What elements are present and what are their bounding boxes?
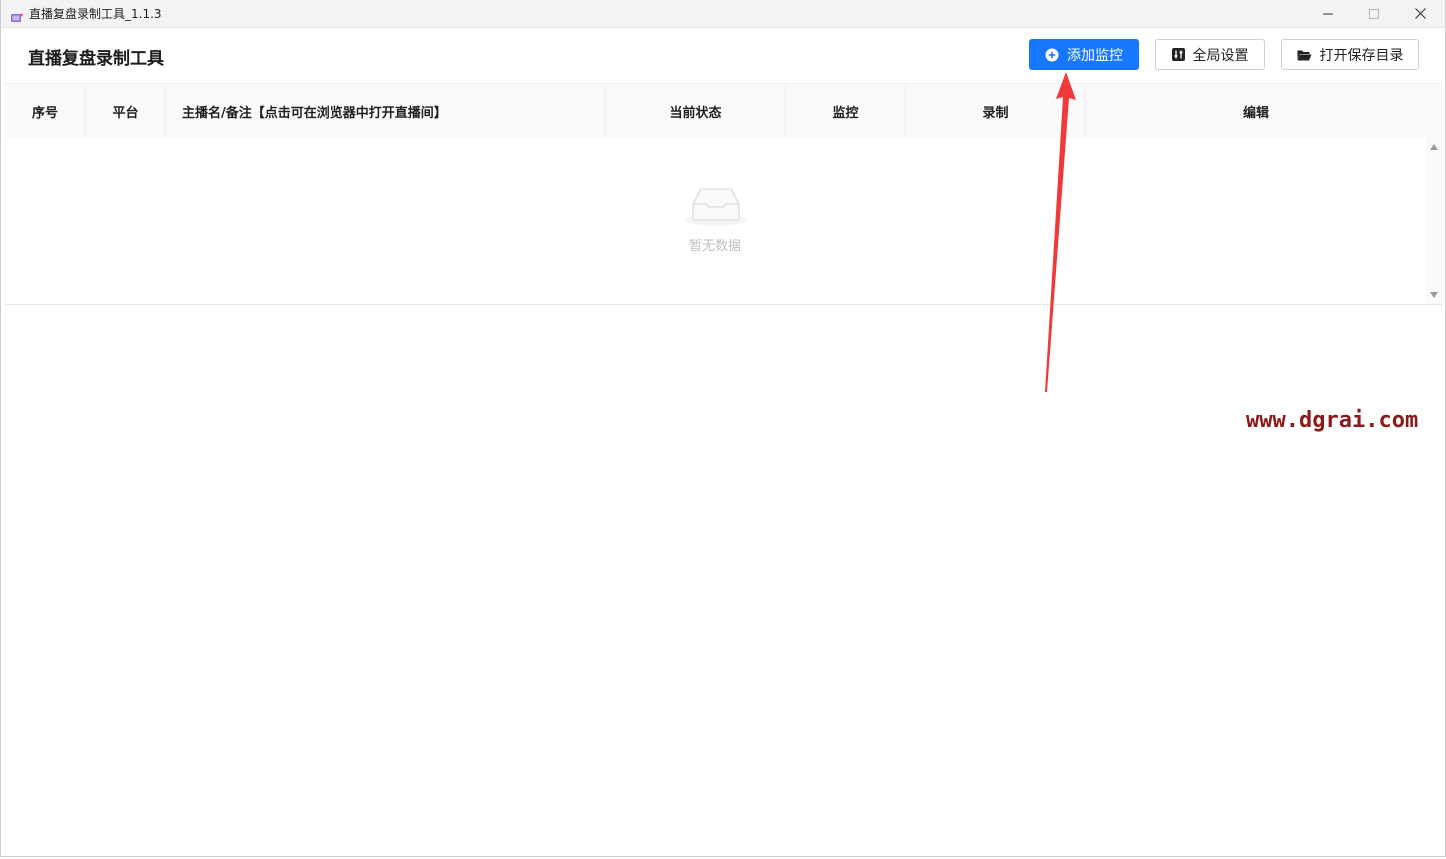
annotation-arrow: [1045, 72, 1076, 392]
maximize-button[interactable]: [1351, 0, 1397, 27]
maximize-icon: [1369, 8, 1379, 19]
global-settings-label: 全局设置: [1192, 47, 1249, 64]
app-header: 直播复盘录制工具 添加监控 全局设置 打开保存目录: [1, 28, 1445, 82]
open-save-directory-button[interactable]: 打开保存目录: [1281, 39, 1419, 70]
plus-circle-icon: [1045, 48, 1059, 61]
empty-inbox-icon: [684, 185, 748, 231]
close-button[interactable]: [1397, 0, 1443, 27]
column-header-monitor[interactable]: 监控: [786, 84, 906, 138]
add-monitor-button[interactable]: 添加监控: [1029, 39, 1139, 70]
close-icon: [1414, 8, 1426, 19]
folder-open-icon: [1297, 50, 1311, 60]
empty-state-text: 暂无数据: [688, 239, 741, 254]
scroll-down-icon[interactable]: [1430, 292, 1438, 298]
vertical-scrollbar[interactable]: [1426, 138, 1442, 304]
page-title: 直播复盘录制工具: [28, 49, 164, 69]
global-settings-button[interactable]: 全局设置: [1155, 39, 1265, 70]
open-save-directory-label: 打开保存目录: [1319, 47, 1404, 64]
window-title: 直播复盘录制工具_1.1.3: [29, 7, 162, 21]
table-body: 暂无数据: [5, 138, 1442, 305]
minimize-button[interactable]: [1305, 0, 1351, 27]
scroll-up-icon[interactable]: [1430, 144, 1438, 150]
add-monitor-label: 添加监控: [1067, 47, 1123, 64]
app-icon: [11, 8, 23, 22]
column-header-status[interactable]: 当前状态: [606, 84, 786, 138]
column-header-edit[interactable]: 编辑: [1086, 84, 1426, 138]
watermark: www.dgrai.com: [1246, 408, 1419, 433]
app-window: 直播复盘录制工具_1.1.3 直播复盘录制工具 添加监控 全局设置 打开保存目录…: [0, 0, 1446, 857]
sliders-icon: [1171, 48, 1185, 61]
column-header-platform[interactable]: 平台: [86, 84, 166, 138]
minimize-icon: [1323, 13, 1333, 14]
table-header: 序号 平台 主播名/备注【点击可在浏览器中打开直播间】 当前状态 监控 录制 编…: [5, 83, 1442, 139]
column-header-index[interactable]: 序号: [5, 84, 86, 138]
column-header-anchor[interactable]: 主播名/备注【点击可在浏览器中打开直播间】: [166, 84, 606, 138]
title-bar[interactable]: 直播复盘录制工具_1.1.3: [1, 0, 1445, 28]
